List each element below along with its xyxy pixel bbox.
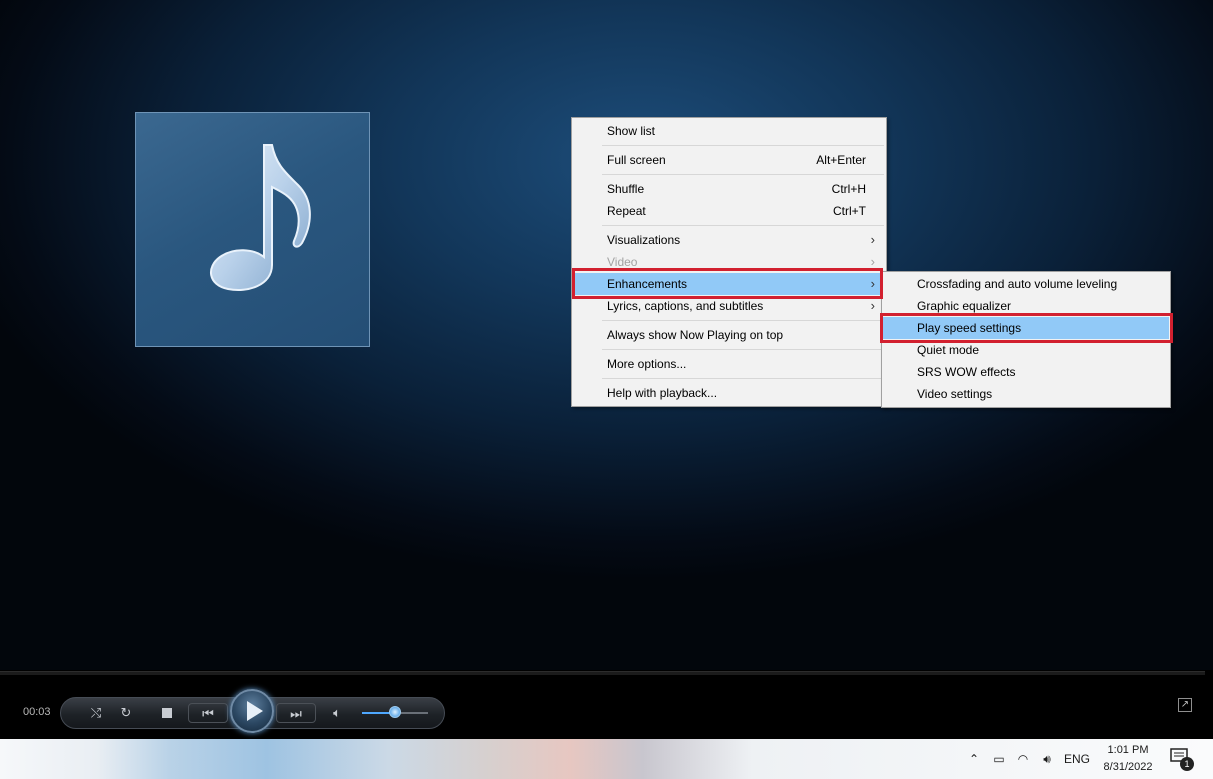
volume-tray-icon[interactable]: 🔊︎ (1038, 739, 1056, 779)
submenu-item-crossfading[interactable]: Crossfading and auto volume leveling (883, 273, 1169, 295)
mute-button[interactable]: 🔈︎ (326, 703, 348, 723)
switch-to-library-icon[interactable]: ↗ (1178, 698, 1192, 712)
menu-separator (602, 378, 884, 379)
menu-separator (602, 145, 884, 146)
menu-item-shortcut: Ctrl+H (831, 182, 866, 196)
menu-separator (602, 225, 884, 226)
menu-item-label: Help with playback... (607, 386, 718, 400)
menu-item-help-playback[interactable]: Help with playback... (573, 382, 885, 404)
menu-item-label: Video (607, 255, 638, 269)
submenu-item-video-settings[interactable]: Video settings (883, 383, 1169, 405)
menu-item-label: More options... (607, 357, 687, 371)
next-button[interactable]: ⏭ (276, 703, 316, 723)
chevron-right-icon: › (870, 232, 875, 247)
menu-item-shortcut: Alt+Enter (816, 153, 866, 167)
menu-item-repeat[interactable]: Repeat Ctrl+T (573, 200, 885, 222)
menu-item-more-options[interactable]: More options... (573, 353, 885, 375)
album-art (135, 112, 370, 347)
stop-button[interactable] (157, 703, 177, 724)
play-icon (247, 701, 263, 721)
action-center-button[interactable]: 1 (1170, 748, 1194, 771)
menu-item-visualizations[interactable]: Visualizations › (573, 229, 885, 251)
music-note-icon (210, 144, 311, 291)
notification-count-badge: 1 (1180, 757, 1194, 771)
system-clock[interactable]: 1:01 PM 8/31/2022 (1096, 742, 1160, 776)
chevron-up-icon[interactable]: ⌃ (966, 739, 982, 779)
menu-item-always-on-top[interactable]: Always show Now Playing on top (573, 324, 885, 346)
battery-icon[interactable]: ▭ (991, 739, 1007, 779)
repeat-icon[interactable]: ↻ (116, 703, 136, 723)
menu-item-label: Crossfading and auto volume leveling (917, 277, 1118, 291)
menu-separator (602, 320, 884, 321)
menu-item-label: Graphic equalizer (917, 299, 1012, 313)
menu-item-show-list[interactable]: Show list (573, 120, 885, 142)
menu-item-shortcut: Ctrl+T (833, 204, 866, 218)
menu-item-shuffle[interactable]: Shuffle Ctrl+H (573, 178, 885, 200)
previous-button[interactable]: ⏮ (188, 703, 228, 723)
play-button[interactable] (230, 689, 274, 733)
menu-item-label: Visualizations (607, 233, 681, 247)
next-icon: ⏭ (290, 706, 302, 721)
clock-date: 8/31/2022 (1103, 761, 1153, 773)
annotation-box (572, 268, 883, 299)
menu-item-full-screen[interactable]: Full screen Alt+Enter (573, 149, 885, 171)
wifi-icon[interactable]: ◠ (1014, 739, 1032, 779)
menu-item-label: Shuffle (607, 182, 645, 196)
language-indicator[interactable]: ENG (1062, 739, 1092, 779)
previous-icon: ⏮ (202, 706, 214, 721)
stop-icon (162, 708, 172, 718)
context-menu: Show list Full screen Alt+Enter Shuffle … (571, 117, 887, 407)
menu-item-label: Video settings (917, 387, 993, 401)
menu-item-label: Repeat (607, 204, 646, 218)
elapsed-time: 00:03 (23, 706, 51, 718)
menu-item-label: Quiet mode (917, 343, 980, 357)
annotation-box (880, 313, 1173, 343)
submenu-item-srs-wow[interactable]: SRS WOW effects (883, 361, 1169, 383)
menu-item-label: Show list (607, 124, 656, 138)
speaker-icon: 🔈︎ (333, 705, 341, 720)
menu-item-label: Lyrics, captions, and subtitles (607, 299, 764, 313)
menu-separator (602, 174, 884, 175)
menu-item-label: Always show Now Playing on top (607, 328, 784, 342)
menu-separator (602, 349, 884, 350)
menu-item-label: Full screen (607, 153, 666, 167)
shuffle-icon[interactable]: ⤭ (86, 703, 106, 723)
volume-knob[interactable] (389, 706, 401, 718)
clock-time: 1:01 PM (1107, 744, 1149, 756)
menu-item-label: SRS WOW effects (917, 365, 1016, 379)
